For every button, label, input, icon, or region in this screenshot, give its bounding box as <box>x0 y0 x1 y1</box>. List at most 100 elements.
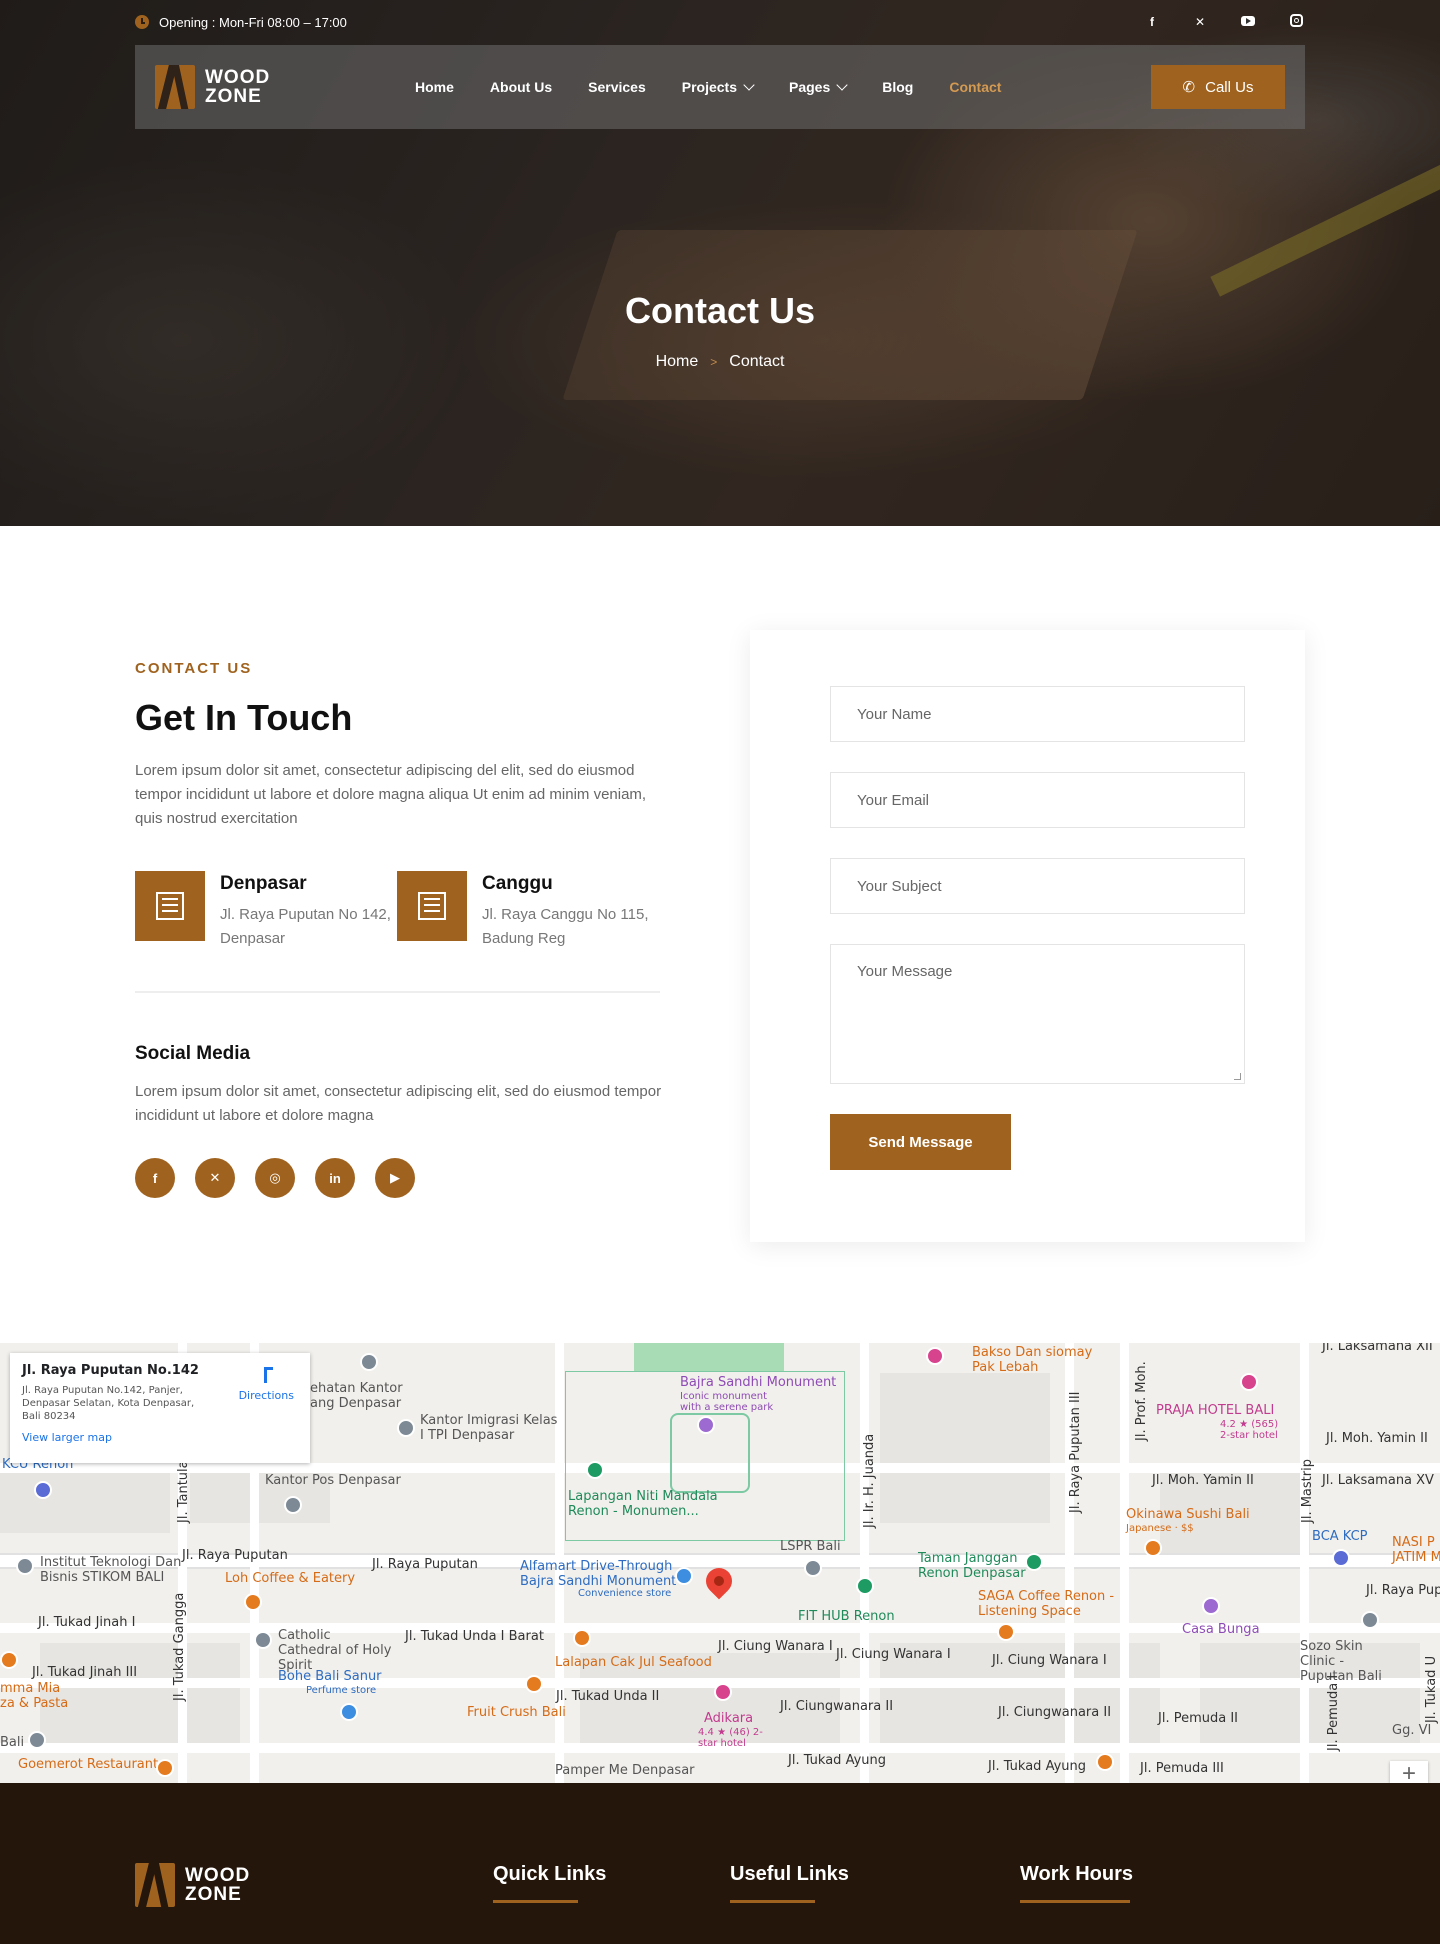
map-label: mma Mia za & Pasta <box>0 1681 69 1711</box>
shop-pin-icon[interactable] <box>340 1703 358 1721</box>
nav-home[interactable]: Home <box>415 79 454 95</box>
top-social-links: f ✕ <box>1143 14 1305 30</box>
linkedin-icon[interactable]: in <box>315 1158 355 1198</box>
map-label: Jl. Tukad U <box>1424 1655 1439 1723</box>
youtube-icon[interactable] <box>1239 15 1257 29</box>
send-message-button[interactable]: Send Message <box>830 1114 1011 1170</box>
map-label: Fruit Crush Bali <box>467 1705 566 1720</box>
restaurant-pin-icon[interactable] <box>0 1651 18 1669</box>
map-label: Convenience store <box>578 1588 672 1599</box>
site-logo[interactable]: WOOD ZONE <box>155 65 395 109</box>
section-intro: Lorem ipsum dolor sit amet, consectetur … <box>135 762 647 827</box>
facebook-icon[interactable]: f <box>1143 15 1161 29</box>
contact-info: CONTACT US Get In Touch Lorem ipsum dolo… <box>135 660 665 1198</box>
map-label: SAGA Coffee Renon - Listening Space <box>978 1589 1115 1619</box>
nav-projects[interactable]: Projects <box>682 78 755 95</box>
map-label: PRAJA HOTEL BALI <box>1156 1403 1275 1418</box>
site-footer: WOOD ZONE Quick Links Useful Links Work … <box>0 1783 1440 1944</box>
nav-pages-label: Pages <box>788 79 831 95</box>
map-label: Jl. Raya Pup <box>1366 1583 1440 1598</box>
nav-blog[interactable]: Blog <box>882 79 913 95</box>
nav-contact[interactable]: Contact <box>949 79 1001 95</box>
footer-logo[interactable]: WOOD ZONE <box>135 1863 375 1907</box>
restaurant-pin-icon[interactable] <box>156 1759 174 1777</box>
map-label: Pamper Me Denpasar <box>555 1763 695 1778</box>
shop-pin-icon[interactable] <box>675 1567 693 1585</box>
restaurant-pin-icon[interactable] <box>573 1629 591 1647</box>
facebook-icon[interactable]: f <box>135 1158 175 1198</box>
footer-work-hours-title: Work Hours <box>1020 1863 1133 1903</box>
school-pin-icon[interactable] <box>16 1557 34 1575</box>
nav-pages[interactable]: Pages <box>788 78 848 95</box>
restaurant-pin-icon[interactable] <box>926 1347 944 1365</box>
park-pin-icon[interactable] <box>586 1461 604 1479</box>
shop-pin-icon[interactable] <box>1202 1597 1220 1615</box>
map-label: Jl. Tukad Unda II <box>556 1689 660 1704</box>
zoom-in-button[interactable]: + <box>1390 1761 1428 1783</box>
map-label: Catholic Cathedral of Holy Spirit <box>278 1628 392 1673</box>
map-label: Jl. Ir. H. Juanda <box>862 1433 877 1528</box>
school-pin-icon[interactable] <box>804 1559 822 1577</box>
office-name: Canggu <box>482 873 553 894</box>
call-us-button[interactable]: ✆ Call Us <box>1151 65 1285 109</box>
map-label: Bohe Bali Sanur <box>278 1669 382 1684</box>
top-bar: Opening : Mon-Fri 08:00 – 17:00 f ✕ <box>135 10 1305 34</box>
cafe-pin-icon[interactable] <box>525 1675 543 1693</box>
government-pin-icon[interactable] <box>397 1419 415 1437</box>
cafe-pin-icon[interactable] <box>244 1593 262 1611</box>
place-pin-icon[interactable] <box>28 1731 46 1749</box>
map-label: Adikara <box>704 1711 754 1726</box>
office-building-icon <box>397 871 467 941</box>
location-map[interactable]: Bajra Sandhi Monument Iconic monument wi… <box>0 1343 1440 1783</box>
main-navbar: WOOD ZONE Home About Us Services Project… <box>135 45 1305 129</box>
clinic-pin-icon[interactable] <box>1361 1611 1379 1629</box>
breadcrumb-home[interactable]: Home <box>656 353 699 371</box>
map-label: Taman Janggan Renon Denpasar <box>918 1551 1026 1581</box>
hotel-pin-icon[interactable] <box>714 1683 732 1701</box>
hero-background-tape <box>1210 145 1440 297</box>
hotel-pin-icon[interactable] <box>1240 1373 1258 1391</box>
map-label: 4.2 ★ (565) 2-star hotel <box>1220 1419 1279 1441</box>
bank-pin-icon[interactable] <box>34 1481 52 1499</box>
map-label: FIT HUB Renon <box>798 1609 895 1624</box>
cafe-pin-icon[interactable] <box>997 1623 1015 1641</box>
footer-quick-links-title: Quick Links <box>493 1863 606 1903</box>
message-field[interactable]: Your Message <box>830 944 1245 1084</box>
map-label: Jl. Ciung Wanara I <box>718 1639 833 1654</box>
map-block <box>0 1463 170 1533</box>
view-larger-map-link[interactable]: View larger map <box>22 1431 298 1444</box>
nav-services[interactable]: Services <box>588 79 646 95</box>
x-icon[interactable]: ✕ <box>1191 15 1209 29</box>
map-label: LSPR Bali <box>780 1539 841 1554</box>
logo-line-1: WOOD <box>205 67 271 88</box>
office-address: Jl. Raya Puputan No 142, Denpasar <box>220 906 391 947</box>
park-pin-icon[interactable] <box>1025 1553 1043 1571</box>
name-field[interactable]: Your Name <box>830 686 1245 742</box>
map-park <box>634 1343 784 1371</box>
restaurant-pin-icon[interactable] <box>1144 1539 1162 1557</box>
map-label: Kantor Pos Denpasar <box>265 1473 401 1488</box>
instagram-icon[interactable] <box>1287 14 1305 30</box>
map-label: Jl. Moh. Yamin II <box>1152 1473 1254 1488</box>
map-label: Jl. Tukad Jinah III <box>32 1665 138 1680</box>
instagram-icon[interactable]: ◎ <box>255 1158 295 1198</box>
x-icon[interactable]: ✕ <box>195 1158 235 1198</box>
mail-pin-icon[interactable] <box>284 1496 302 1514</box>
map-label: ehatan Kantor ang Denpasar <box>310 1381 403 1411</box>
email-field[interactable]: Your Email <box>830 772 1245 828</box>
subject-field[interactable]: Your Subject <box>830 858 1245 914</box>
nav-about[interactable]: About Us <box>490 79 552 95</box>
government-pin-icon[interactable] <box>360 1353 378 1371</box>
directions-button[interactable]: Directions <box>239 1365 294 1402</box>
restaurant-pin-icon[interactable] <box>1096 1753 1114 1771</box>
city-buildings-icon <box>135 871 205 941</box>
page-title: Contact Us <box>624 290 816 331</box>
chevron-down-icon <box>836 78 848 91</box>
gym-pin-icon[interactable] <box>856 1577 874 1595</box>
logo-text: WOOD ZONE <box>205 68 270 106</box>
monument-pin-icon[interactable] <box>697 1416 715 1434</box>
church-pin-icon[interactable] <box>254 1631 272 1649</box>
map-label: 4.4 ★ (46) 2-star hotel <box>698 1727 763 1749</box>
bank-pin-icon[interactable] <box>1332 1549 1350 1567</box>
youtube-icon[interactable]: ▶ <box>375 1158 415 1198</box>
